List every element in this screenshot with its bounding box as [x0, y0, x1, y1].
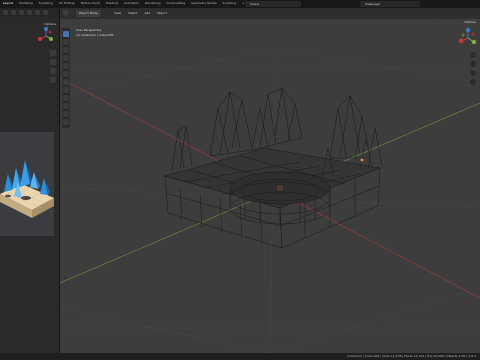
add-cube-tool[interactable] — [63, 95, 69, 101]
select-icon[interactable] — [19, 10, 24, 15]
editor-type-icon[interactable] — [3, 10, 8, 15]
left-view-tools — [50, 50, 58, 86]
loop-cut-tool[interactable] — [63, 119, 69, 125]
top-right-icons — [460, 1, 478, 16]
add-workspace-button[interactable]: + — [242, 1, 245, 5]
render-preview — [0, 132, 54, 236]
shading-icon[interactable] — [27, 10, 32, 15]
left-viewport-header — [0, 8, 59, 17]
overlay-icon[interactable] — [441, 20, 446, 25]
viewport-options-label[interactable]: Options — [464, 20, 476, 24]
object-origin — [360, 158, 364, 162]
select-box-tool[interactable] — [63, 31, 69, 37]
crystal-render-image — [0, 160, 54, 218]
move-tool[interactable] — [63, 47, 69, 53]
active-object-text: (1) Collection | Cube.005 — [76, 33, 114, 37]
tool-shelf — [62, 28, 70, 128]
main-3d-viewport[interactable]: Object Mode View Select Add Object Optio… — [60, 8, 480, 353]
top-bar: Layout Modeling Sculpting UV Editing Tex… — [0, 0, 480, 16]
viewport-header: Object Mode View Select Add Object — [60, 8, 480, 25]
rotate-tool[interactable] — [63, 55, 69, 61]
add-menu[interactable]: Add — [144, 11, 150, 15]
render-icon[interactable] — [43, 10, 48, 15]
workspace-tab[interactable]: Animation — [124, 1, 139, 5]
grid-icon[interactable] — [50, 77, 56, 83]
viewport-info-overlay: User Perspective (1) Collection | Cube.0… — [76, 28, 113, 38]
workspace-tab[interactable]: Sculpting — [39, 1, 53, 5]
workspace-tab[interactable]: Texture Paint — [80, 1, 99, 5]
select-menu[interactable]: Select — [128, 11, 137, 15]
zoom-icon[interactable] — [470, 52, 476, 58]
workspace-tabs: Layout Modeling Sculpting UV Editing Tex… — [3, 1, 249, 6]
gizmo-icon[interactable] — [435, 20, 440, 25]
view-icon[interactable] — [11, 10, 16, 15]
cursor-tool[interactable] — [63, 39, 69, 45]
mode-selector[interactable]: Object Mode — [76, 10, 101, 17]
perspective-toggle-icon[interactable] — [470, 79, 476, 85]
scene-selector[interactable]: Scene — [245, 1, 301, 7]
view-layer-selector[interactable]: ViewLayer — [360, 1, 420, 7]
workspace-tab[interactable]: Shading — [106, 1, 118, 5]
camera-view-icon[interactable] — [470, 70, 476, 76]
xray-icon[interactable] — [447, 20, 452, 25]
overlay-icon[interactable] — [35, 10, 40, 15]
left-navigation-gizmo[interactable] — [36, 26, 56, 46]
viewport-menu: View Select Add Object — [114, 10, 173, 17]
status-bar: Collection | Cube.005 | Verts 11,278 | F… — [0, 353, 480, 360]
workspace-tab[interactable]: Compositing — [166, 1, 185, 5]
workspace-tab[interactable]: Scripting — [223, 1, 236, 5]
object-menu[interactable]: Object — [157, 11, 167, 15]
editor-type-icon[interactable] — [63, 10, 68, 15]
pan-icon[interactable] — [50, 59, 56, 65]
left-3d-viewport[interactable]: Options — [0, 8, 60, 360]
viewport-view-tools — [470, 52, 477, 88]
scale-tool[interactable] — [63, 63, 69, 69]
visibility-icon[interactable] — [429, 20, 434, 25]
shading-controls — [428, 10, 476, 25]
workspace-tab[interactable]: Rendering — [145, 1, 160, 5]
wireframe-shading-icon[interactable] — [453, 20, 458, 25]
workspace-tab[interactable]: UV Editing — [59, 1, 75, 5]
transform-tool[interactable] — [63, 71, 69, 77]
measure-tool[interactable] — [63, 87, 69, 93]
extrude-tool[interactable] — [63, 103, 69, 109]
zoom-icon[interactable] — [50, 50, 56, 56]
camera-icon[interactable] — [50, 68, 56, 74]
workspace-tab[interactable]: Geometry Nodes — [191, 1, 216, 5]
workspace-tab[interactable]: Layout — [3, 1, 13, 5]
workspace-tab[interactable]: Modeling — [19, 1, 33, 5]
viewport-canvas[interactable] — [60, 8, 480, 353]
view-menu[interactable]: View — [114, 11, 121, 15]
solid-shading-icon[interactable] — [459, 20, 464, 25]
edit-tool[interactable] — [63, 111, 69, 117]
pan-icon[interactable] — [470, 61, 476, 67]
navigation-gizmo[interactable] — [457, 27, 479, 49]
annotate-tool[interactable] — [63, 79, 69, 85]
scene-statistics: Collection | Cube.005 | Verts 11,278 | F… — [347, 354, 476, 358]
